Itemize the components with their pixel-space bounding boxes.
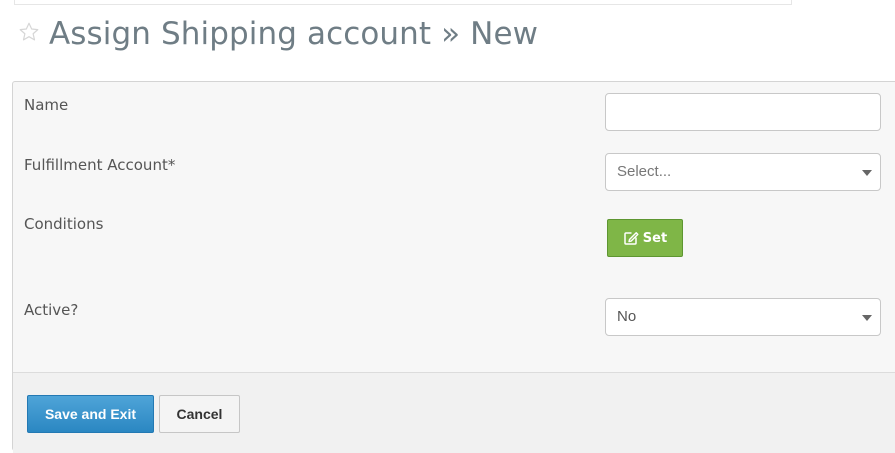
active-label: Active? bbox=[24, 301, 79, 319]
chevron-down-icon bbox=[862, 170, 872, 176]
page-header: Assign Shipping account » New bbox=[18, 14, 538, 54]
form-footer: Save and Exit Cancel bbox=[13, 372, 895, 453]
conditions-label: Conditions bbox=[24, 215, 104, 233]
set-conditions-button[interactable]: Set bbox=[607, 219, 683, 257]
save-and-exit-button[interactable]: Save and Exit bbox=[27, 395, 154, 433]
top-strip bbox=[14, 0, 792, 5]
page-title: Assign Shipping account » New bbox=[49, 16, 539, 52]
name-label: Name bbox=[24, 96, 69, 114]
cancel-button[interactable]: Cancel bbox=[159, 395, 240, 433]
name-input[interactable] bbox=[605, 93, 881, 131]
edit-icon bbox=[624, 232, 639, 245]
active-select[interactable]: No bbox=[605, 298, 881, 336]
star-icon[interactable] bbox=[18, 21, 40, 43]
active-value: No bbox=[617, 308, 637, 325]
chevron-down-icon bbox=[862, 315, 872, 321]
fulfillment-account-label: Fulfillment Account* bbox=[24, 156, 176, 174]
set-button-label: Set bbox=[642, 230, 668, 246]
fulfillment-account-value: Select... bbox=[617, 163, 672, 180]
fulfillment-account-select[interactable]: Select... bbox=[605, 153, 881, 191]
form-panel: Name Fulfillment Account* Select... Cond… bbox=[12, 81, 895, 453]
